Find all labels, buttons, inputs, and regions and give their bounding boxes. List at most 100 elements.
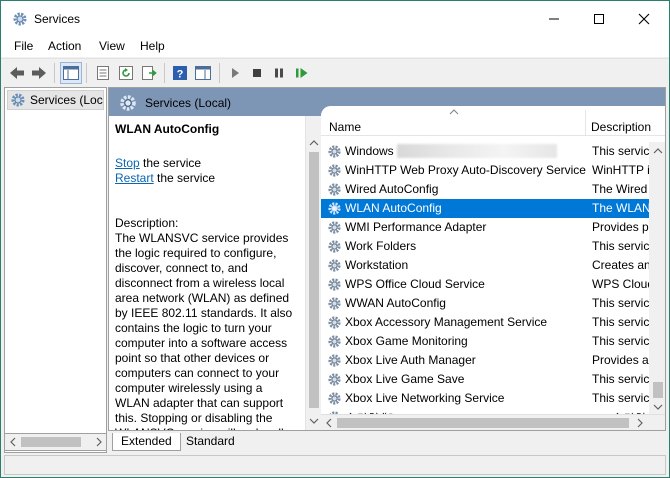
table-row[interactable]: WPS Office Cloud Service WPS Cloud (321, 275, 654, 294)
service-description: WinHTTP i (592, 163, 650, 177)
scroll-thumb[interactable] (21, 437, 81, 447)
service-name: Xbox Game Monitoring (345, 334, 468, 348)
scroll-left-icon (10, 437, 16, 447)
table-row[interactable]: Xbox Live Networking Service This servic (321, 389, 649, 408)
window-title: Services (34, 12, 81, 26)
tab-standard[interactable]: Standard (178, 433, 243, 451)
console-tree[interactable]: Services (Local) (4, 87, 107, 453)
help-icon: ? (173, 66, 187, 81)
table-row[interactable]: Xbox Game Monitoring This servic (321, 332, 649, 351)
details-vertical-scrollbar[interactable] (305, 116, 321, 430)
service-description: This servic (592, 372, 650, 386)
table-row[interactable]: Xbox Live Auth Manager Provides au (321, 351, 655, 370)
gear-icon (328, 221, 341, 234)
scroll-right-icon (637, 418, 643, 428)
help-button[interactable]: ? (169, 62, 191, 84)
service-name: Workstation (345, 258, 409, 272)
column-divider[interactable] (585, 110, 586, 136)
tree-item-services-local[interactable]: Services (Local) (7, 90, 104, 110)
table-row[interactable]: WWAN AutoConfig This servic (321, 294, 649, 313)
service-details-panel: WLAN AutoConfig Stop the service Restart… (109, 116, 305, 430)
stop-service-button[interactable] (246, 62, 268, 84)
table-row[interactable]: WMI Performance Adapter Provides p (321, 218, 649, 237)
service-name: WLAN AutoConfig (345, 201, 442, 215)
column-name[interactable]: Name (329, 120, 361, 134)
gear-icon (328, 335, 341, 348)
gear-icon (120, 95, 136, 111)
table-row[interactable]: Xbox Live Game Save This servic (321, 370, 649, 389)
status-bar (4, 455, 666, 475)
menu-file[interactable]: File (14, 39, 33, 53)
tree-item-label: Services (Local) (30, 93, 103, 107)
service-name: WWAN AutoConfig (345, 296, 446, 310)
description-text: The WLANSVC service provides the logic r… (115, 231, 293, 430)
pause-icon (275, 68, 283, 78)
maximize-button[interactable] (576, 1, 622, 37)
gear-icon (328, 164, 341, 177)
tree-horizontal-scrollbar[interactable] (4, 433, 107, 451)
service-name: Xbox Accessory Management Service (345, 315, 548, 329)
show-hide-action-pane-button[interactable] (192, 62, 214, 84)
export-list-icon (142, 66, 157, 80)
service-name: Xbox Live Networking Service (345, 391, 505, 405)
table-row[interactable]: WinHTTP Web Proxy Auto-Discovery Service… (321, 161, 650, 180)
services-list: Name Description Windows This service Win… (321, 106, 665, 430)
service-name: WMI Performance Adapter (345, 220, 487, 234)
list-vertical-scrollbar[interactable] (649, 142, 665, 414)
minimize-button[interactable] (531, 1, 577, 37)
toolbar-separator (86, 63, 87, 83)
scroll-up-icon (309, 140, 319, 146)
column-description[interactable]: Description (591, 120, 651, 134)
minimize-icon (549, 18, 559, 20)
gear-icon (328, 183, 341, 196)
properties-button[interactable] (92, 62, 114, 84)
refresh-button[interactable] (115, 62, 137, 84)
menu-action[interactable]: Action (48, 39, 81, 53)
close-icon (638, 13, 650, 25)
close-button[interactable] (621, 1, 667, 37)
forward-button[interactable] (28, 62, 50, 84)
restart-service-button[interactable] (291, 62, 313, 84)
properties-icon (97, 66, 109, 80)
stop-icon (253, 69, 261, 77)
gear-icon (328, 202, 341, 215)
toolbar-separator (164, 63, 165, 83)
gear-icon (328, 145, 341, 158)
export-list-button[interactable] (138, 62, 160, 84)
table-row[interactable]: Work Folders This servic (321, 237, 649, 256)
table-row[interactable]: Workstation Creates an (321, 256, 651, 275)
scroll-thumb[interactable] (337, 418, 629, 428)
scroll-thumb[interactable] (653, 382, 663, 398)
services-window: Services File Action View Help ? Service… (0, 0, 670, 478)
menu-view[interactable]: View (99, 39, 125, 53)
list-horizontal-scrollbar[interactable] (321, 414, 665, 430)
service-description: This servic (592, 296, 650, 310)
service-description: The WLAN (592, 201, 651, 215)
forward-icon (32, 67, 46, 79)
show-hide-tree-button[interactable] (60, 62, 82, 84)
table-row[interactable]: Wired AutoConfig The Wired (321, 180, 649, 199)
toolbar: ? (1, 58, 669, 86)
pause-service-button[interactable] (268, 62, 290, 84)
stop-suffix: the service (139, 156, 202, 170)
back-button[interactable] (6, 62, 28, 84)
services-pane: Services (Local) WLAN AutoConfig Stop th… (108, 87, 666, 431)
title-bar[interactable]: Services (1, 1, 669, 37)
tab-extended[interactable]: Extended (112, 433, 181, 451)
gear-icon (13, 12, 27, 26)
scroll-thumb[interactable] (309, 152, 319, 408)
table-row[interactable]: Xbox Accessory Management Service This se… (321, 313, 649, 332)
table-row[interactable]: Windows This service (321, 142, 656, 161)
restart-link[interactable]: Restart (115, 171, 154, 185)
table-row[interactable]: WLAN AutoConfig The WLAN (321, 199, 651, 218)
restart-icon (296, 68, 308, 78)
menu-help[interactable]: Help (140, 39, 165, 53)
service-description: This servic (592, 239, 650, 253)
redacted-text (397, 144, 557, 158)
gear-icon (328, 297, 341, 310)
toolbar-separator (219, 63, 220, 83)
menu-bar: File Action View Help (1, 37, 669, 57)
start-service-button[interactable] (224, 62, 246, 84)
stop-link[interactable]: Stop (115, 156, 140, 170)
gear-icon (328, 373, 341, 386)
